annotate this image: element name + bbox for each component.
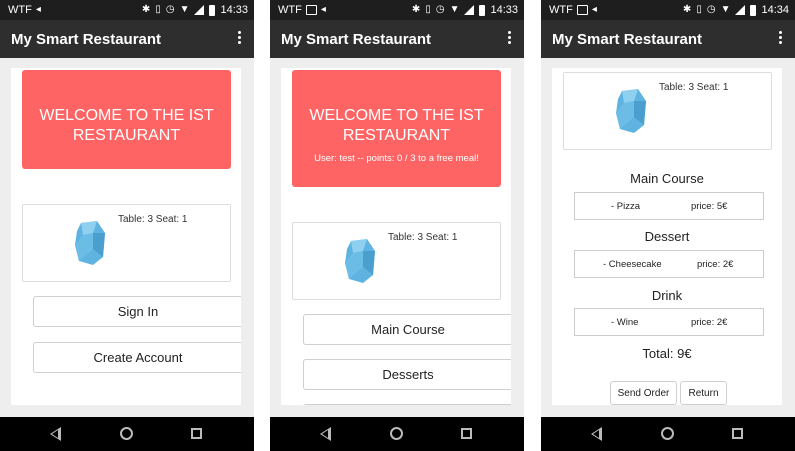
overflow-menu-icon[interactable] (238, 31, 242, 47)
table-seat-label: Table: 3 Seat: 1 (659, 82, 729, 93)
status-bar: WTF ◂ ✱ ▯ ◷ ▼ 14:33 (270, 0, 524, 20)
item-name: - Wine (611, 317, 639, 328)
wifi-icon: ▼ (179, 4, 190, 15)
battery-icon (209, 4, 216, 16)
app-bar: My Smart Restaurant (270, 20, 524, 58)
order-item: - Wine price: 2€ (574, 308, 764, 336)
signal-icon (735, 5, 746, 15)
content-panel: Table: 3 Seat: 1 Main Course - Pizza pri… (552, 68, 782, 405)
app-bar: My Smart Restaurant (0, 20, 254, 58)
back-icon[interactable] (50, 427, 61, 441)
table-seat-label: Table: 3 Seat: 1 (118, 214, 188, 225)
beacon-card: Table: 3 Seat: 1 (22, 204, 231, 282)
more-button-partial[interactable] (303, 404, 511, 405)
order-item: - Pizza price: 5€ (574, 192, 764, 220)
wifi-icon: ▼ (449, 4, 460, 15)
return-button[interactable]: Return (680, 381, 727, 405)
desserts-button[interactable]: Desserts (303, 359, 511, 390)
estimote-beacon-icon (75, 221, 105, 265)
banner-title: WELCOME TO THE IST RESTAURANT (39, 107, 214, 144)
welcome-banner: WELCOME TO THE IST RESTAURANT User: test… (292, 70, 501, 187)
banner-title: WELCOME TO THE IST RESTAURANT (309, 107, 484, 144)
carrier-label: WTF (8, 4, 32, 16)
create-account-button[interactable]: Create Account (33, 342, 241, 373)
sign-in-button[interactable]: Sign In (33, 296, 241, 327)
item-name: - Pizza (611, 201, 641, 212)
alarm-icon: ◷ (435, 4, 445, 15)
vibrate-icon: ▯ (425, 4, 431, 15)
phone-screen-welcome: WTF ◂ ✱ ▯ ◷ ▼ 14:33 My Smart Restaurant … (0, 0, 254, 451)
estimote-beacon-icon (616, 89, 646, 133)
bluetooth-icon: ✱ (141, 4, 151, 15)
signal-icon (464, 5, 475, 15)
alarm-icon: ◷ (165, 4, 175, 15)
status-bar: WTF ◂ ✱ ▯ ◷ ▼ 14:34 (541, 0, 795, 20)
picture-icon (305, 5, 317, 15)
welcome-banner: WELCOME TO THE IST RESTAURANT (22, 70, 231, 169)
battery-icon (479, 4, 486, 16)
recents-icon[interactable] (191, 428, 202, 439)
wifi-icon: ▼ (720, 4, 731, 15)
clock: 14:34 (761, 4, 789, 16)
phone-screen-order: WTF ◂ ✱ ▯ ◷ ▼ 14:34 My Smart Restaurant … (541, 0, 795, 451)
item-price: price: 2€ (697, 259, 734, 270)
home-icon[interactable] (120, 427, 133, 440)
item-name: - Cheesecake (603, 259, 662, 270)
beacon-card: Table: 3 Seat: 1 (292, 222, 501, 300)
order-total: Total: 9€ (642, 346, 692, 361)
alarm-icon: ◷ (706, 4, 716, 15)
overflow-menu-icon[interactable] (779, 31, 783, 47)
send-order-button[interactable]: Send Order (610, 381, 677, 405)
back-arrow-icon: ◂ (320, 4, 326, 15)
clock: 14:33 (490, 4, 518, 16)
navigation-bar (270, 417, 524, 451)
beacon-card: Table: 3 Seat: 1 (563, 72, 772, 150)
bluetooth-icon: ✱ (411, 4, 421, 15)
back-icon[interactable] (320, 427, 331, 441)
signal-icon (194, 5, 205, 15)
picture-icon (576, 5, 588, 15)
estimote-beacon-icon (345, 239, 375, 283)
recents-icon[interactable] (732, 428, 743, 439)
content-panel: WELCOME TO THE IST RESTAURANT User: test… (281, 68, 511, 405)
vibrate-icon: ▯ (696, 4, 702, 15)
clock: 14:33 (220, 4, 248, 16)
item-price: price: 5€ (691, 201, 728, 212)
overflow-menu-icon[interactable] (508, 31, 512, 47)
recents-icon[interactable] (461, 428, 472, 439)
bluetooth-icon: ✱ (682, 4, 692, 15)
carrier-label: WTF (278, 4, 302, 16)
app-title: My Smart Restaurant (11, 31, 162, 48)
home-icon[interactable] (661, 427, 674, 440)
phone-screen-logged-in: WTF ◂ ✱ ▯ ◷ ▼ 14:33 My Smart Restaurant … (270, 0, 524, 451)
vibrate-icon: ▯ (155, 4, 161, 15)
navigation-bar (0, 417, 254, 451)
app-title: My Smart Restaurant (281, 31, 432, 48)
main-course-button[interactable]: Main Course (303, 314, 511, 345)
app-bar: My Smart Restaurant (541, 20, 795, 58)
battery-icon (750, 4, 757, 16)
home-icon[interactable] (390, 427, 403, 440)
navigation-bar (541, 417, 795, 451)
back-arrow-icon: ◂ (35, 4, 41, 15)
content-panel: WELCOME TO THE IST RESTAURANT Table: 3 S… (11, 68, 241, 405)
section-title-drink: Drink (651, 288, 683, 303)
table-seat-label: Table: 3 Seat: 1 (388, 232, 458, 243)
back-icon[interactable] (591, 427, 602, 441)
app-title: My Smart Restaurant (552, 31, 703, 48)
section-title-main-course: Main Course (630, 171, 704, 186)
section-title-dessert: Dessert (644, 229, 690, 244)
carrier-label: WTF (549, 4, 573, 16)
order-item: - Cheesecake price: 2€ (574, 250, 764, 278)
item-price: price: 2€ (691, 317, 728, 328)
back-arrow-icon: ◂ (591, 4, 597, 15)
status-bar: WTF ◂ ✱ ▯ ◷ ▼ 14:33 (0, 0, 254, 20)
user-points-label: User: test -- points: 0 / 3 to a free me… (314, 153, 479, 164)
